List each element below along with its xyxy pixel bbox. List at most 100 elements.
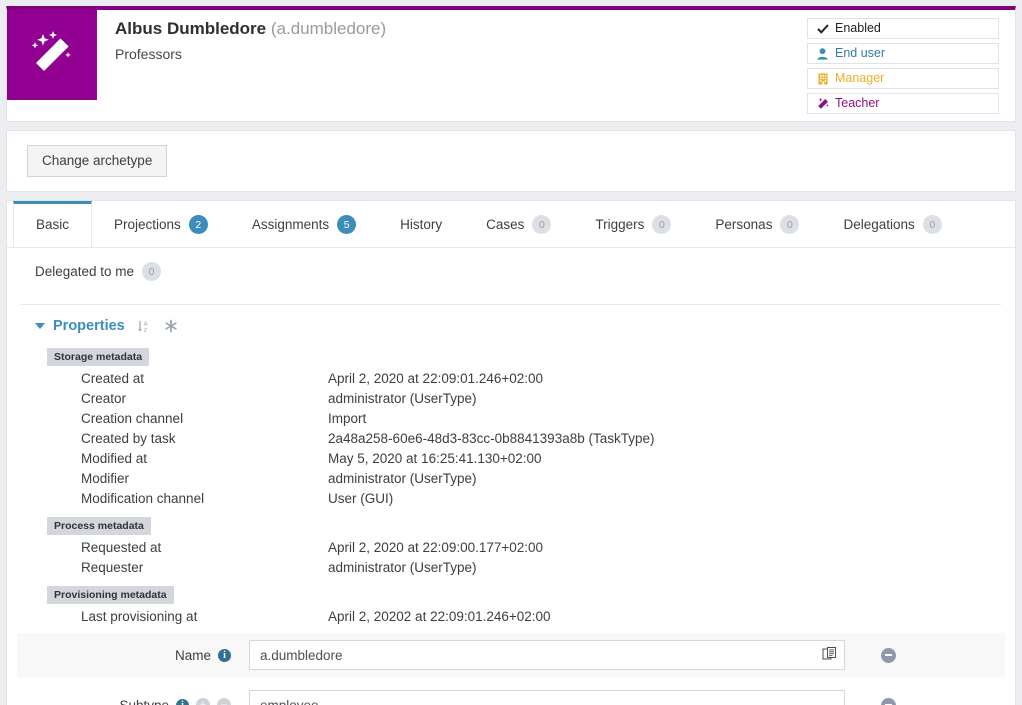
remove-property-button[interactable] (881, 697, 896, 705)
metadata-label: Last provisioning at (81, 609, 198, 624)
metadata-row: Creator administrator (UserType) (17, 389, 1005, 409)
add-value-icon[interactable]: + (196, 698, 210, 705)
svg-text:A: A (143, 321, 147, 327)
tab-delegations[interactable]: Delegations 0 (821, 201, 963, 247)
summary-tag-list: Enabled End user Manager Teacher (807, 18, 999, 118)
tab-count-badge: 0 (652, 215, 672, 234)
tab-label: Cases (486, 216, 525, 232)
name-input[interactable] (249, 640, 845, 670)
user-display-name: Albus Dumbledore (115, 19, 267, 38)
status-badge-enabled-label: Enabled (835, 21, 881, 35)
metadata-label: Creation channel (81, 411, 184, 426)
remove-property-button[interactable] (881, 647, 896, 663)
property-row-actions (845, 697, 1005, 705)
status-badge-teacher[interactable]: Teacher (807, 93, 999, 114)
property-field (249, 640, 845, 670)
metadata-label: Created at (81, 371, 145, 386)
property-label-text: Name (174, 647, 211, 663)
metadata-label: Requested at (81, 540, 162, 555)
metadata-value: 2a48a258-60e6-48d3-83cc-0b8841393a8b (Ta… (328, 431, 655, 446)
metadata-row: Modifier administrator (UserType) (17, 469, 1005, 489)
property-row-actions (845, 647, 1005, 663)
tab-personas[interactable]: Personas 0 (693, 201, 821, 247)
svg-text:Z: Z (143, 328, 147, 334)
properties-section: Properties A Z Storage metadata Created a… (7, 304, 1015, 705)
metadata-label: Requester (81, 560, 144, 575)
change-archetype-button[interactable]: Change archetype (27, 145, 168, 177)
user-details-panel: Basic Projections 2 Assignments 5 History Case… (6, 200, 1016, 705)
tab-projections[interactable]: Projections 2 (92, 201, 230, 247)
copy-to-clipboard-icon[interactable] (822, 646, 838, 662)
tab-bar: Basic Projections 2 Assignments 5 History Case… (7, 201, 1015, 248)
properties-title[interactable]: Properties (53, 318, 125, 334)
metadata-group-badge: Process metadata (47, 517, 151, 535)
building-icon (816, 73, 829, 85)
metadata-row: Last provisioning at April 2, 20202 at 22… (17, 607, 1005, 627)
metadata-value: April 2, 2020 at 22:09:00.177+02:00 (328, 540, 544, 555)
tab-label: Delegations (843, 216, 915, 232)
user-nickname: (a.dumbledore) (270, 19, 387, 38)
tab-bar-secondary: Delegated to me 0 (7, 248, 1015, 294)
tab-history[interactable]: History (378, 201, 464, 247)
tab-count-badge: 0 (532, 215, 552, 234)
metadata-value: April 2, 2020 at 22:09:01.246+02:00 (328, 371, 544, 386)
status-badge-manager-label: Manager (835, 71, 885, 85)
metadata-group-badge: Storage metadata (47, 348, 150, 366)
user-icon (816, 47, 829, 60)
sort-alpha-icon[interactable]: A Z (137, 319, 152, 334)
metadata-value: User (GUI) (328, 491, 394, 506)
tab-label: Projections (114, 216, 181, 232)
asterisk-icon[interactable] (164, 319, 178, 333)
metadata-label: Creator (81, 391, 127, 406)
tab-label: Delegated to me (35, 263, 135, 279)
property-row: Name i (17, 633, 1005, 677)
magic-wand-icon (7, 10, 97, 100)
metadata-row: Modified at May 5, 2020 at 16:25:41.130+0… (17, 449, 1005, 469)
tab-count-badge: 0 (780, 215, 800, 234)
tab-assignments[interactable]: Assignments 5 (230, 201, 378, 247)
magic-wand-icon (816, 97, 829, 110)
metadata-value: April 2, 20202 at 22:09:01.246+02:00 (328, 609, 551, 624)
info-icon[interactable]: i (218, 648, 231, 662)
properties-header: Properties A Z (17, 305, 1005, 340)
metadata-row: Requester administrator (UserType) (17, 558, 1005, 578)
status-badge-manager[interactable]: Manager (807, 68, 999, 89)
metadata-row: Modification channel User (GUI) (17, 489, 1005, 509)
chevron-down-icon[interactable] (35, 323, 45, 329)
metadata-value: Import (328, 411, 367, 426)
metadata-row: Created by task 2a48a258-60e6-48d3-83cc-0… (17, 429, 1005, 449)
metadata-value: administrator (UserType) (328, 560, 477, 575)
tab-count-badge: 0 (142, 262, 162, 281)
tab-label: Assignments (251, 216, 330, 232)
tab-count-badge: 2 (188, 215, 208, 234)
property-label: Subtype i + − (17, 698, 249, 705)
tab-delegated-to-me[interactable]: Delegated to me 0 (13, 248, 183, 294)
status-badge-enabled[interactable]: Enabled (807, 18, 999, 39)
property-field (249, 690, 845, 705)
metadata-row: Requested at April 2, 2020 at 22:09:00.17… (17, 538, 1005, 558)
metadata-value: administrator (UserType) (328, 471, 477, 486)
status-badge-end-user[interactable]: End user (807, 43, 999, 64)
tab-label: Basic (36, 216, 70, 232)
tab-label: Triggers (595, 216, 645, 232)
property-label-text: Subtype (119, 697, 169, 705)
tab-triggers[interactable]: Triggers 0 (573, 201, 693, 247)
info-icon[interactable]: i (176, 698, 189, 705)
tab-label: History (400, 216, 443, 232)
property-label: Name i (17, 648, 249, 663)
subtype-input[interactable] (249, 690, 845, 705)
tab-count-badge: 0 (922, 215, 942, 234)
metadata-value: May 5, 2020 at 16:25:41.130+02:00 (328, 451, 542, 466)
tab-label: Personas (715, 216, 773, 232)
remove-value-icon[interactable]: − (217, 698, 231, 705)
archetype-panel: Change archetype (6, 130, 1016, 192)
tab-cases[interactable]: Cases 0 (464, 201, 573, 247)
tab-basic[interactable]: Basic (13, 201, 93, 247)
metadata-group-badge: Provisioning metadata (47, 586, 174, 604)
check-icon (816, 23, 829, 35)
metadata-row: Created at April 2, 2020 at 22:09:01.246+… (17, 369, 1005, 389)
metadata-groups: Storage metadata Created at April 2, 2020 … (17, 340, 1005, 627)
metadata-label: Created by task (81, 431, 176, 446)
status-badge-end-user-label: End user (835, 46, 886, 60)
metadata-label: Modification channel (81, 491, 205, 506)
